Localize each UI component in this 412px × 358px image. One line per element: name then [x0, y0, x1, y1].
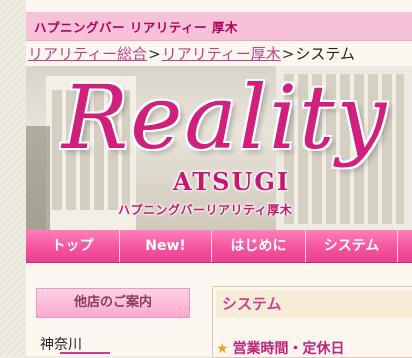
breadcrumb-separator: >: [281, 45, 295, 63]
logo-reality: Reality: [62, 66, 389, 169]
main-navigation: トップ New! はじめに システム: [26, 230, 412, 263]
page-container: ハプニングバー リアリティー 厚木 リアリティー総合>リアリティー厚木>システム…: [26, 0, 412, 358]
breadcrumb-link-reality-general[interactable]: リアリティー総合: [28, 45, 147, 63]
section-title: システム: [222, 295, 282, 313]
banner-tagline: ハプニングバーリアリティ厚木: [118, 203, 293, 217]
banner-building: [26, 126, 50, 230]
sidebar-region-link-underline[interactable]: [60, 352, 110, 358]
hero-banner: Reality ATSUGI ハプニングバーリアリティ厚木: [26, 66, 412, 230]
breadcrumb: リアリティー総合>リアリティー厚木>システム: [28, 43, 355, 65]
hours-heading: ★ 営業時間・定休日: [216, 338, 345, 358]
hours-heading-label: 営業時間・定休日: [232, 341, 345, 357]
top-header-bar: ハプニングバー リアリティー 厚木: [26, 11, 412, 41]
section-title-bar: システム: [216, 290, 412, 318]
breadcrumb-separator: >: [148, 45, 161, 63]
sidebar-heading: 他店のご案内: [36, 288, 190, 318]
site-title[interactable]: ハプニングバー リアリティー 厚木: [34, 17, 238, 36]
nav-top[interactable]: トップ: [26, 230, 120, 262]
logo-atsugi: ATSUGI: [173, 167, 291, 196]
sidebar-heading-label: 他店のご案内: [73, 295, 152, 310]
breadcrumb-current: システム: [295, 45, 355, 63]
sidebar-region-label: 神奈川: [40, 337, 82, 353]
nav-introduction[interactable]: はじめに: [212, 230, 306, 262]
nav-system[interactable]: システム: [306, 230, 398, 262]
breadcrumb-link-reality-atsugi[interactable]: リアリティー厚木: [162, 45, 281, 63]
star-icon: ★: [216, 341, 229, 357]
nav-overflow-item[interactable]: [398, 230, 412, 262]
nav-new[interactable]: New!: [120, 230, 212, 262]
